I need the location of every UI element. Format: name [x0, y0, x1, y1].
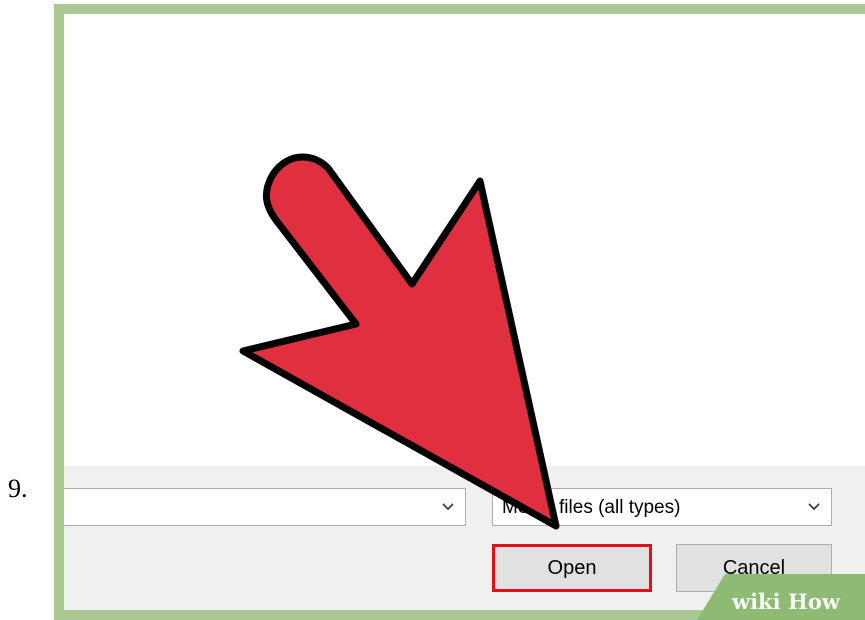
chevron-down-icon[interactable]: [807, 502, 821, 512]
file-type-selected: Media files (all types): [502, 497, 681, 518]
file-name-combobox[interactable]: [64, 488, 466, 526]
file-type-dropdown[interactable]: Media files (all types): [492, 488, 832, 526]
tutorial-step-image: 9. Media files (all types) Open Cancel w…: [0, 0, 865, 620]
watermark-wiki-text: wiki: [732, 589, 781, 614]
watermark-how-text: How: [788, 589, 840, 614]
screenshot-frame: Media files (all types) Open Cancel wiki…: [54, 4, 865, 620]
open-file-dialog: Media files (all types) Open Cancel: [64, 14, 865, 610]
open-button[interactable]: Open: [492, 544, 652, 592]
wikihow-watermark: wiki How: [697, 574, 865, 620]
file-list-area[interactable]: [64, 14, 865, 466]
step-number: 9.: [8, 474, 28, 503]
chevron-down-icon[interactable]: [441, 502, 455, 512]
